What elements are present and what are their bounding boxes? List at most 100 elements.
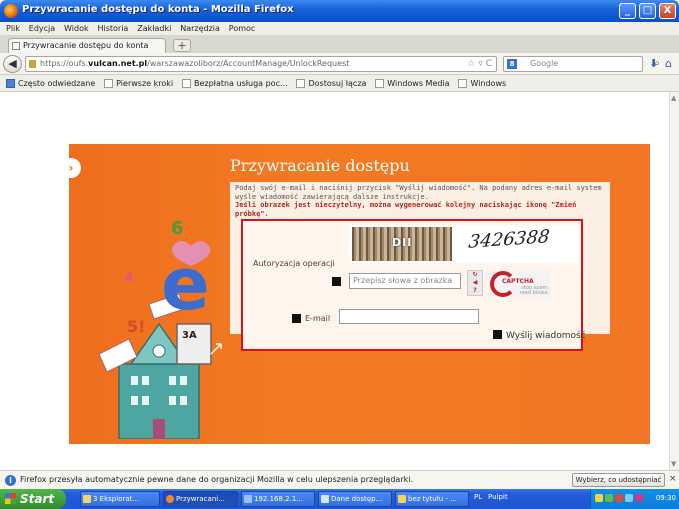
taskbar-item[interactable]: Dane dostęp... — [318, 491, 392, 507]
notification-bar: i Firefox przesyła automatycznie pewne d… — [0, 470, 679, 489]
start-label: Start — [20, 492, 55, 506]
number-4: 4 — [124, 270, 134, 286]
email-label: E-mail — [305, 314, 331, 323]
download-icon[interactable]: ⬇ — [649, 57, 658, 70]
url-bar[interactable]: https://oufs.vulcan.net.pl/warszawazolib… — [25, 56, 497, 72]
email-field[interactable] — [339, 309, 479, 324]
menu-widok[interactable]: Widok — [64, 22, 89, 35]
window-title: Przywracanie dostępu do konta - Mozilla … — [22, 4, 294, 15]
tray-icon[interactable] — [605, 494, 613, 502]
tab-active[interactable]: Przywracanie dostępu do konta — [8, 38, 166, 53]
recaptcha-tagline: stop spam. read books. — [519, 285, 549, 296]
menu-zakladki[interactable]: Zakładki — [137, 22, 171, 35]
bookmark-icon — [296, 79, 306, 88]
bookmark-folder-icon — [6, 79, 15, 88]
system-tray: 09:30 — [590, 489, 679, 509]
redaction-marker — [292, 314, 301, 323]
bookmark-icon — [458, 79, 468, 88]
recaptcha-logo: CAPTCHA stop spam. read books. — [488, 269, 550, 299]
bookmark-label: Windows — [470, 79, 507, 88]
recaptcha-brand: CAPTCHA — [502, 278, 534, 285]
maximize-button[interactable]: □ — [639, 3, 656, 19]
scroll-down-icon[interactable]: ▼ — [671, 460, 676, 468]
auth-label: Autoryzacja operacji — [253, 259, 335, 268]
taskbar-item[interactable]: bez tytułu - ... — [395, 491, 469, 507]
chevron-right-icon[interactable]: › — [61, 158, 81, 178]
page-title: Przywracanie dostępu — [230, 156, 410, 175]
unlock-panel: › e 6 4 5! 3A Przywracanie dostępu Podaj… — [61, 144, 650, 444]
instructions-text: Podaj swój e-mail i naciśnij przycisk "W… — [235, 184, 602, 201]
url-actions-icon[interactable]: ☆ ▿ C — [467, 57, 492, 71]
page-content: › e 6 4 5! 3A Przywracanie dostępu Podaj… — [0, 92, 669, 470]
menu-bar: Plik Edycja Widok Historia Zakładki Narz… — [0, 22, 679, 35]
taskbar-item[interactable]: 192.168.2.1... — [241, 491, 315, 507]
bookmark-item[interactable]: Pierwsze kroki — [104, 75, 173, 92]
captcha-word-1: DII — [392, 236, 413, 249]
new-tab-button[interactable]: + — [173, 39, 191, 52]
captcha-word-2: 3426388 — [467, 226, 551, 253]
bookmark-item[interactable]: Dostosuj łącza — [296, 75, 366, 92]
minimize-button[interactable]: _ — [619, 3, 636, 19]
number-5: 5! — [127, 317, 145, 336]
bookmark-label: Często odwiedzane — [18, 79, 96, 88]
close-button[interactable]: X — [659, 3, 676, 19]
home-icon[interactable]: ⌂ — [665, 57, 672, 70]
captcha-form-box: Autoryzacja operacji DII 3426388 Przepis… — [241, 219, 586, 351]
captcha-input[interactable]: Przepisz słowa z obrazka — [349, 273, 461, 289]
search-engine-icon[interactable]: 8 — [507, 59, 517, 69]
tab-title: Przywracanie dostępu do konta — [23, 41, 149, 50]
letter-e: e — [161, 242, 210, 326]
network-icon — [244, 495, 252, 503]
menu-plik[interactable]: Plik — [6, 22, 20, 35]
menu-historia[interactable]: Historia — [97, 22, 128, 35]
scroll-up-icon[interactable]: ▲ — [671, 94, 676, 102]
redaction-marker — [332, 277, 341, 286]
bookmark-icon — [104, 79, 114, 88]
send-message-label: Wyślij wiadomość — [506, 331, 586, 341]
tray-icon[interactable] — [635, 494, 643, 502]
firefox-icon — [166, 495, 174, 503]
bookmark-label: Bezpłatna usługa poc... — [193, 79, 288, 88]
vertical-scrollbar[interactable]: ▲ ▼ — [669, 92, 679, 470]
menu-narzedzia[interactable]: Narzędzia — [180, 22, 220, 35]
bookmark-item[interactable]: Windows Media — [375, 75, 450, 92]
menu-pomoc[interactable]: Pomoc — [229, 22, 256, 35]
captcha-warning: Jeśli obrazek jest nieczytelny, można wy… — [235, 201, 577, 218]
taskbar-item-active[interactable]: Przywracani... — [163, 491, 238, 507]
tray-icon[interactable] — [615, 494, 623, 502]
navigation-bar: ◀ https://oufs.vulcan.net.pl/warszawazol… — [0, 53, 679, 75]
choose-sharing-button[interactable]: Wybierz, co udostępniać — [572, 473, 665, 487]
bookmark-icon — [375, 79, 385, 88]
desktop-toolbar[interactable]: Pulpit — [488, 493, 508, 501]
title-bar: Przywracanie dostępu do konta - Mozilla … — [0, 0, 679, 22]
search-bar[interactable]: 8 Google ⌕ — [503, 56, 660, 72]
bookmark-label: Windows Media — [387, 79, 450, 88]
audio-captcha-icon[interactable]: ◀ — [468, 279, 482, 287]
menu-edycja[interactable]: Edycja — [29, 22, 55, 35]
bookmark-item[interactable]: Windows — [458, 75, 506, 92]
language-indicator[interactable]: PL — [474, 493, 482, 501]
windows-flag-icon — [5, 493, 16, 504]
back-button[interactable]: ◀ — [3, 55, 22, 73]
tray-icon[interactable] — [625, 494, 633, 502]
url-prefix: https://oufs. — [40, 59, 89, 68]
tray-icon[interactable] — [595, 494, 603, 502]
refresh-captcha-icon[interactable]: ↻ — [468, 271, 482, 279]
document-icon — [321, 495, 329, 503]
redaction-marker — [493, 330, 502, 339]
bookmark-item[interactable]: Często odwiedzane — [6, 75, 95, 92]
taskbar-item[interactable]: 3 Eksplorat... — [80, 491, 160, 507]
help-captcha-icon[interactable]: ? — [468, 287, 482, 295]
url-host: vulcan.net.pl — [88, 59, 148, 68]
lock-icon — [29, 60, 36, 68]
paint-icon — [398, 495, 406, 503]
page-icon — [12, 42, 20, 50]
close-notification-icon[interactable]: × — [669, 474, 677, 484]
bookmarks-bar: Często odwiedzane Pierwsze kroki Bezpłat… — [0, 75, 679, 92]
bookmark-item[interactable]: Bezpłatna usługa poc... — [181, 75, 288, 92]
start-button[interactable]: Start — [0, 489, 66, 509]
bookmark-icon — [181, 79, 191, 88]
number-6: 6 — [171, 218, 184, 239]
send-message-button[interactable]: Wyślij wiadomość — [493, 330, 586, 341]
tab-bar: Przywracanie dostępu do konta + — [0, 35, 679, 53]
